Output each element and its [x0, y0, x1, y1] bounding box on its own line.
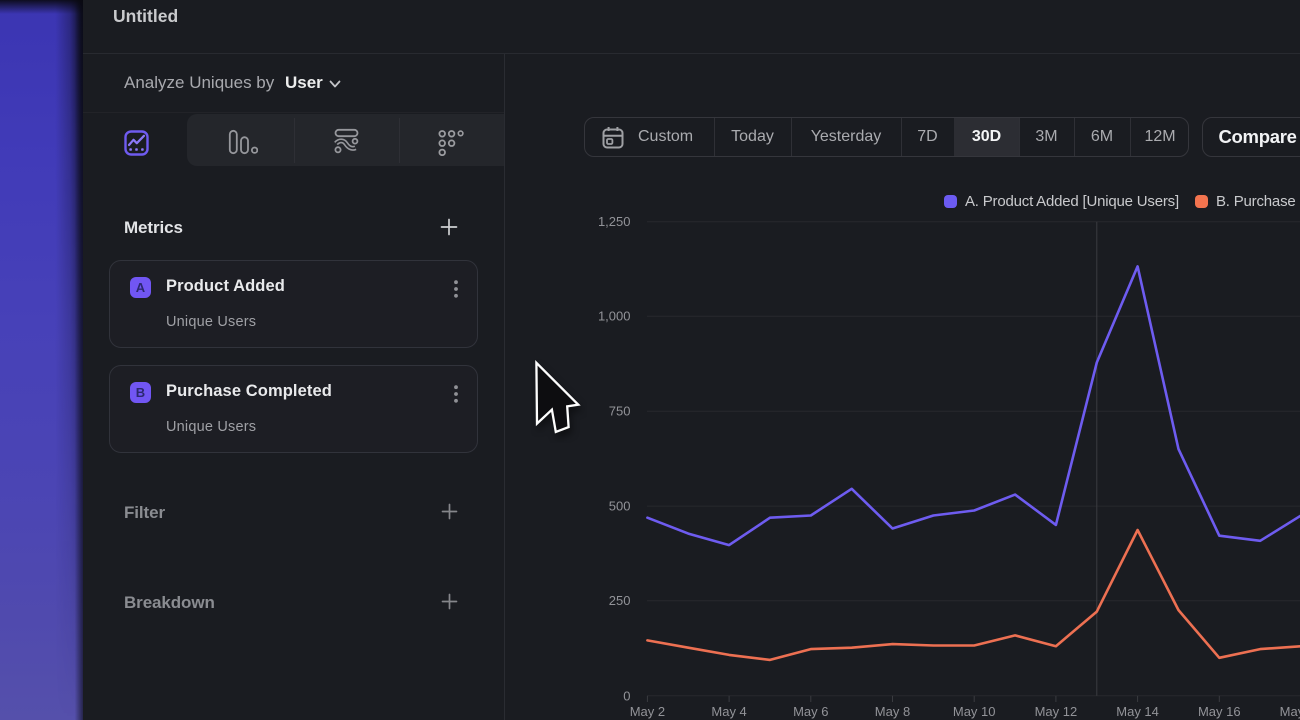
svg-text:May 6: May 6: [793, 704, 828, 719]
svg-text:0: 0: [623, 688, 630, 703]
svg-text:May 12: May 12: [1035, 704, 1078, 719]
svg-text:May 8: May 8: [875, 704, 910, 719]
svg-text:May 16: May 16: [1198, 704, 1241, 719]
svg-text:750: 750: [609, 404, 631, 419]
svg-text:May 14: May 14: [1116, 704, 1159, 719]
svg-text:May 4: May 4: [711, 704, 746, 719]
svg-text:1,000: 1,000: [598, 309, 631, 324]
svg-text:May 2: May 2: [630, 704, 665, 719]
svg-text:1,250: 1,250: [598, 214, 631, 229]
svg-text:250: 250: [609, 593, 631, 608]
svg-text:May 18: May 18: [1280, 704, 1300, 719]
svg-text:500: 500: [609, 499, 631, 514]
svg-text:May 10: May 10: [953, 704, 996, 719]
